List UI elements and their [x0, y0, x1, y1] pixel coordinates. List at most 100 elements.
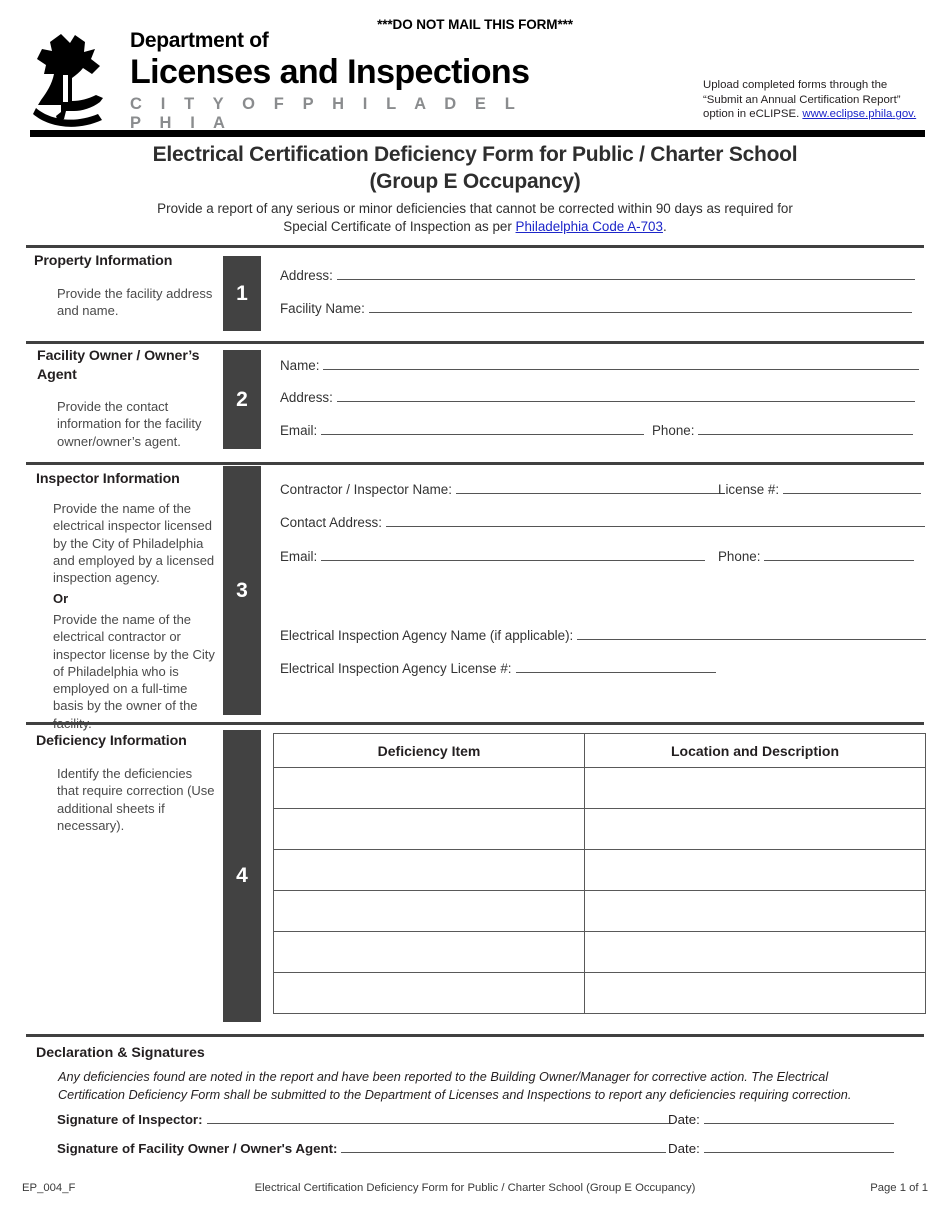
- date-owner-input[interactable]: [703, 1141, 894, 1154]
- field-inspector-phone[interactable]: Phone:: [718, 549, 915, 565]
- field-property-address-input[interactable]: [336, 268, 915, 281]
- field-owner-phone[interactable]: Phone:: [652, 423, 914, 439]
- signature-row-inspector[interactable]: Signature of Inspector:: [57, 1112, 669, 1127]
- field-property-address-label: Address:: [280, 268, 333, 284]
- field-owner-phone-input[interactable]: [698, 423, 914, 436]
- field-inspector-email-label: Email:: [280, 549, 318, 565]
- field-contact-address-input[interactable]: [385, 515, 925, 528]
- deficiency-item-cell[interactable]: [273, 849, 585, 891]
- signature-inspector-input[interactable]: [206, 1112, 669, 1125]
- field-agency-name[interactable]: Electrical Inspection Agency Name (if ap…: [280, 628, 927, 644]
- signature-row-owner[interactable]: Signature of Facility Owner / Owner's Ag…: [57, 1141, 667, 1157]
- field-agency-name-label: Electrical Inspection Agency Name (if ap…: [280, 628, 574, 644]
- field-agency-name-input[interactable]: [577, 628, 927, 641]
- logo-line-city: C I T Y O F P H I L A D E L P H I A: [130, 95, 522, 133]
- field-owner-email-input[interactable]: [321, 423, 645, 436]
- signature-inspector-label: Signature of Inspector:: [57, 1112, 203, 1128]
- field-facility-name-input[interactable]: [368, 301, 912, 314]
- field-owner-name-input[interactable]: [323, 358, 920, 371]
- page-title-line-1: Electrical Certification Deficiency Form…: [152, 143, 798, 166]
- field-owner-phone-label: Phone:: [652, 423, 695, 439]
- eclipse-link[interactable]: www.eclipse.phila.gov.: [802, 108, 916, 120]
- section-3-description-primary: Provide the name of the electrical inspe…: [53, 501, 215, 586]
- divider-above-declaration: [26, 1034, 924, 1037]
- page-subtitle-line-2-prefix: Special Certificate of Inspection as per: [283, 218, 516, 234]
- field-owner-name-label: Name:: [280, 358, 320, 374]
- section-4-description: Identify the deficiencies that require c…: [57, 766, 215, 833]
- field-inspector-email[interactable]: Email:: [280, 549, 706, 565]
- field-license-number-label: License #:: [718, 482, 780, 498]
- field-contact-address[interactable]: Contact Address:: [280, 515, 925, 530]
- signature-owner-label: Signature of Facility Owner / Owner's Ag…: [57, 1141, 338, 1157]
- page-subtitle-line-1: Provide a report of any serious or minor…: [157, 201, 793, 216]
- date-owner-label: Date:: [668, 1141, 700, 1157]
- section-3-heading: Inspector Information: [36, 471, 180, 487]
- section-1-description: Provide the facility address and name.: [57, 286, 213, 319]
- field-owner-address-label: Address:: [280, 390, 333, 406]
- header-divider-bar: [30, 130, 925, 137]
- footer-form-title: Electrical Certification Deficiency Form…: [254, 1182, 696, 1194]
- table-row: [273, 849, 926, 891]
- logo-wordmark: Department of Licenses and Inspections C…: [130, 30, 550, 133]
- deficiency-location-cell[interactable]: [584, 972, 926, 1014]
- section-3-description-alternate: Provide the name of the electrical contr…: [53, 612, 215, 731]
- agency-logo: Department of Licenses and Inspections C…: [30, 30, 550, 132]
- section-2-description: Provide the contact information for the …: [57, 399, 202, 449]
- field-inspector-phone-label: Phone:: [718, 549, 761, 565]
- divider-above-section-4: [26, 722, 924, 725]
- deficiency-table-header-location: Location and Description: [584, 733, 926, 768]
- field-owner-address-input[interactable]: [336, 390, 915, 403]
- table-row: [273, 890, 926, 932]
- field-inspector-phone-input[interactable]: [764, 549, 915, 562]
- section-2-heading: Facility Owner / Owner’s Agent: [37, 348, 200, 383]
- deficiency-location-cell[interactable]: [584, 890, 926, 932]
- field-facility-name[interactable]: Facility Name:: [280, 301, 920, 316]
- date-inspector-input[interactable]: [703, 1112, 894, 1125]
- deficiency-location-cell[interactable]: [584, 808, 926, 850]
- section-4-number-badge: 4: [223, 730, 261, 1022]
- field-contractor-inspector-name-input[interactable]: [455, 482, 725, 495]
- philadelphia-code-link[interactable]: Philadelphia Code A-703: [516, 219, 663, 234]
- field-contractor-inspector-name-label: Contractor / Inspector Name:: [280, 482, 452, 498]
- field-owner-email[interactable]: Email:: [280, 423, 645, 438]
- declaration-heading: Declaration & Signatures: [36, 1045, 205, 1061]
- logo-line-department: Department of: [130, 29, 269, 52]
- deficiency-item-cell[interactable]: [273, 890, 585, 932]
- divider-above-section-3: [26, 462, 924, 465]
- table-row: [273, 972, 926, 1014]
- divider-above-section-1: [26, 245, 924, 248]
- field-owner-name[interactable]: Name:: [280, 358, 920, 374]
- section-1-number-badge: 1: [223, 256, 261, 331]
- field-license-number-input[interactable]: [783, 482, 922, 495]
- field-property-address[interactable]: Address:: [280, 268, 920, 283]
- section-4-heading: Deficiency Information: [36, 733, 187, 749]
- liberty-bell-icon: [30, 32, 110, 128]
- page-subtitle-line-2-suffix: .: [662, 218, 667, 234]
- logo-line-licenses-inspections: Licenses and Inspections: [130, 53, 530, 91]
- page-footer: EP_004_F Electrical Certification Defici…: [0, 1182, 950, 1198]
- table-row: [273, 808, 926, 850]
- field-contractor-inspector-name[interactable]: Contractor / Inspector Name:: [280, 482, 725, 497]
- deficiency-item-cell[interactable]: [273, 767, 585, 809]
- deficiency-item-cell[interactable]: [273, 808, 585, 850]
- section-3-description-or: Or: [53, 591, 69, 606]
- page-subtitle: Provide a report of any serious or minor…: [60, 200, 890, 236]
- upload-line-3: option in eCLIPSE.: [703, 108, 803, 121]
- deficiency-table-header-item: Deficiency Item: [273, 733, 585, 768]
- deficiency-location-cell[interactable]: [584, 849, 926, 891]
- date-row-owner[interactable]: Date:: [668, 1141, 894, 1156]
- deficiency-location-cell[interactable]: [584, 767, 926, 809]
- deficiency-item-cell[interactable]: [273, 931, 585, 973]
- field-inspector-email-input[interactable]: [321, 549, 706, 562]
- field-agency-license-number[interactable]: Electrical Inspection Agency License #:: [280, 661, 716, 676]
- field-license-number[interactable]: License #:: [718, 482, 922, 498]
- date-row-inspector[interactable]: Date:: [668, 1112, 894, 1127]
- field-agency-license-number-input[interactable]: [515, 661, 716, 674]
- deficiency-location-cell[interactable]: [584, 931, 926, 973]
- signature-owner-input[interactable]: [341, 1141, 667, 1154]
- declaration-body-text: Any deficiencies found are noted in the …: [58, 1070, 852, 1102]
- field-agency-license-number-label: Electrical Inspection Agency License #:: [280, 661, 512, 677]
- field-owner-address[interactable]: Address:: [280, 390, 915, 405]
- page-title-line-2: (Group E Occupancy): [369, 169, 581, 193]
- deficiency-item-cell[interactable]: [273, 972, 585, 1014]
